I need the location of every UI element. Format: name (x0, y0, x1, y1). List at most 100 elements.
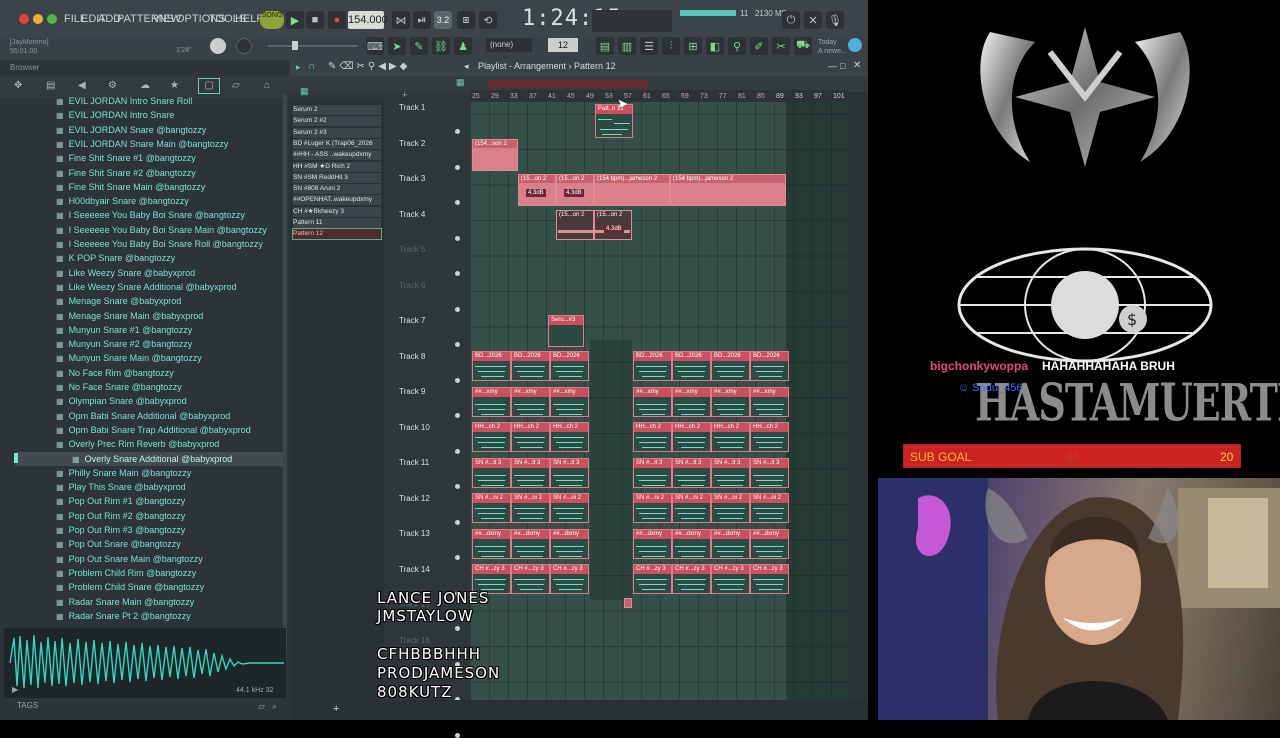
add-track-icon[interactable]: + (402, 90, 407, 100)
browser-item[interactable]: Problem Child Snare @bangtozzy (56, 580, 205, 594)
playlist-menu-icon[interactable]: ▸ (296, 62, 301, 73)
browser-item[interactable]: K POP Snare @bangtozzy (56, 251, 176, 265)
drum-clip[interactable]: SN #...ni 2 (750, 493, 789, 523)
browser-item[interactable]: EVIL JORDAN Intro Snare Roll (56, 94, 193, 108)
browser-item[interactable]: Problem Child Rim @bangtozzy (56, 566, 197, 580)
drum-clip[interactable]: SN #...it 3 (633, 457, 672, 488)
playlist-button[interactable]: ▤ (596, 37, 614, 55)
browser-item[interactable]: H00dbyair Snare @bangtozzy (56, 194, 189, 208)
clip-track15[interactable] (624, 598, 632, 608)
track-mute-led[interactable] (455, 306, 460, 312)
drum-clip[interactable]: SN #...ni 2 (711, 493, 750, 523)
track-mute-led[interactable] (455, 129, 460, 134)
drum-clip[interactable]: ##...xmy (750, 386, 789, 417)
picker-item[interactable]: Pattern 12 (292, 228, 382, 241)
metronome-button[interactable]: ⋈ (392, 11, 410, 29)
master-volume-knob[interactable] (210, 38, 226, 54)
browser-item[interactable]: No Face Snare @bangtozzy (56, 380, 182, 394)
tempo-display[interactable]: 154.000 (348, 11, 388, 29)
picker-item[interactable]: Serum 2 #2 (293, 116, 381, 127)
track-header[interactable]: Track 8 (399, 352, 425, 361)
track-header[interactable]: Track 3 (399, 174, 425, 183)
picker-item[interactable]: Serum 2 #3 (293, 127, 381, 138)
channel-rack-button[interactable]: ☰ (640, 37, 658, 55)
drum-clip[interactable]: CH #...zy 3 (750, 564, 789, 594)
track-header[interactable]: Track 2 (399, 139, 425, 148)
drum-clip[interactable]: SN #...ni 2 (511, 493, 550, 523)
drum-clip[interactable]: HH...ch 2 (472, 422, 511, 452)
browser-item[interactable]: EVIL JORDAN Intro Snare (56, 108, 175, 122)
picker-item[interactable]: SN #SM ReddHit 3 (293, 172, 381, 183)
drum-clip[interactable]: ##...xmy (550, 386, 589, 417)
track-mute-led[interactable] (455, 448, 460, 454)
clip-track7[interactable]: Seru...#3 (548, 315, 584, 347)
browser-button[interactable]: ⊞ (684, 37, 702, 55)
picker-item[interactable]: ##OPENHAT..wakeupdxmy (293, 195, 381, 206)
loop-record-button[interactable]: ⟲ (479, 11, 497, 29)
track-header[interactable]: Track 6 (399, 281, 425, 290)
close-window-button[interactable] (19, 14, 29, 24)
browser-item[interactable]: Olympian Snare @babyxprod (56, 394, 187, 408)
drum-clip[interactable]: SN #...it 3 (472, 457, 511, 488)
track-header[interactable]: Track 9 (399, 387, 425, 396)
drum-clip[interactable]: ##...xmy (511, 386, 550, 417)
browser-item[interactable]: Radar Snare Pt 2 @bangtozzy (56, 609, 191, 623)
browser-item[interactable]: I Seeeeee You Baby Boi Snare Main @bangt… (56, 223, 267, 237)
countdown-button[interactable]: 3.2 (434, 11, 452, 29)
minimize-icon[interactable]: — (828, 61, 837, 71)
search-icon[interactable]: ⌕ (272, 701, 277, 712)
mixer-button[interactable]: ⫶ (662, 37, 680, 55)
track-mute-led[interactable] (455, 271, 460, 276)
browser-item[interactable]: Play This Snare @babyxprod (56, 480, 186, 494)
master-slider-handle[interactable] (292, 41, 298, 50)
folder-small-icon[interactable]: ▱ (258, 701, 265, 712)
browser-item[interactable]: I Seeeeee You Baby Boi Snare @bangtozzy (56, 208, 245, 222)
tools-button[interactable]: ✕ (804, 11, 822, 29)
record-button[interactable]: ● (328, 11, 346, 29)
browser-item[interactable]: Pop Out Rim #2 @bangtozzy (56, 509, 186, 523)
browser-item[interactable]: Pop Out Rim #1 @bangtozzy (56, 494, 186, 508)
stop-button[interactable]: ■ (306, 11, 324, 29)
drum-clip[interactable]: ##...dxmy (511, 528, 550, 559)
cart-button[interactable]: ⛟ (794, 37, 812, 55)
drum-clip[interactable]: BD...2026 (511, 351, 550, 381)
play-preview-icon[interactable]: ▶ (12, 685, 18, 694)
track-mute-led[interactable] (455, 519, 460, 525)
typing-keyboard-button[interactable]: ⌨ (366, 37, 384, 55)
drum-clip[interactable]: BD...2026 (550, 351, 589, 381)
drum-clip[interactable]: ##...dxmy (633, 528, 672, 559)
track-mute-led[interactable] (455, 200, 460, 205)
collapse-icon[interactable]: ✥ (14, 80, 22, 91)
browser-item[interactable]: Pop Out Rim #3 @bangtozzy (56, 523, 186, 537)
drum-clip[interactable]: BD...2026 (472, 351, 511, 381)
master-slider[interactable] (268, 45, 358, 47)
browser-item[interactable]: Opm Babi Snare Additional @babyxprod (56, 409, 231, 423)
drum-clip[interactable]: ##...dxmy (472, 528, 511, 559)
browser-item[interactable]: Fine Shit Snare #1 @bangtozzy (56, 151, 196, 165)
drum-clip[interactable]: ##...dxmy (711, 528, 750, 559)
track-header[interactable]: Track 12 (399, 494, 430, 503)
browser-item[interactable]: Pop Out Snare @bangtozzy (56, 537, 181, 551)
snap-button[interactable]: ➤ (388, 37, 406, 55)
track-header[interactable]: Track 4 (399, 210, 425, 219)
picker-item[interactable]: ##HH - ASS ..wakeupdxmy (293, 150, 381, 161)
track-mute-led[interactable] (455, 235, 460, 241)
clip-track4-a[interactable]: (15...on 2 (556, 210, 594, 240)
browser-item[interactable]: I Seeeeee You Baby Boi Snare Roll @bangt… (56, 237, 263, 251)
track-header[interactable]: Track 5 (399, 245, 425, 254)
drum-clip[interactable]: SN #...it 3 (711, 457, 750, 488)
browser-item[interactable]: Pop Out Snare Main @bangtozzy (56, 552, 203, 566)
magnet-icon[interactable]: ∩ (308, 61, 315, 72)
drum-clip[interactable]: SN #...it 3 (672, 457, 711, 488)
tool-icons[interactable]: ✎⌫✂⚲◀▶◆ (328, 61, 410, 72)
track-mute-led[interactable] (455, 164, 460, 170)
picker-icon[interactable]: ▦ (300, 86, 309, 97)
browser-item[interactable]: Like Weezy Snare Additional @babyxprod (56, 280, 237, 294)
blend-notes-button[interactable]: ⧆ (457, 11, 475, 29)
drum-clip[interactable]: CH #...zy 3 (511, 564, 550, 594)
add-track-bottom-icon[interactable]: + (333, 703, 339, 715)
drum-clip[interactable]: ##...dxmy (550, 528, 589, 559)
browser-item[interactable]: Menage Snare Main @babyxprod (56, 309, 204, 323)
track-mute-led[interactable] (455, 342, 460, 347)
song-mode-toggle[interactable]: SONG (260, 11, 284, 29)
